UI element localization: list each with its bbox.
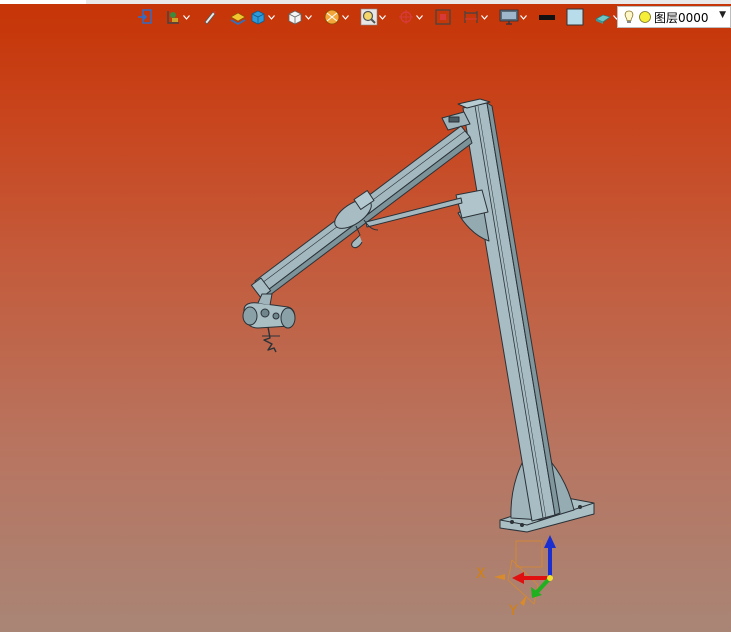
triad-plane-xz — [515, 540, 543, 568]
y-cone — [520, 595, 527, 606]
boom-side — [263, 136, 473, 299]
axis-triad[interactable] — [494, 535, 556, 606]
y-axis-label: Y — [509, 603, 518, 619]
x-cone — [494, 574, 505, 580]
x-axis-label: X — [476, 566, 486, 582]
hoist-hook — [263, 326, 277, 353]
model-viewport[interactable] — [0, 0, 731, 632]
jib-crane-model — [242, 98, 595, 533]
